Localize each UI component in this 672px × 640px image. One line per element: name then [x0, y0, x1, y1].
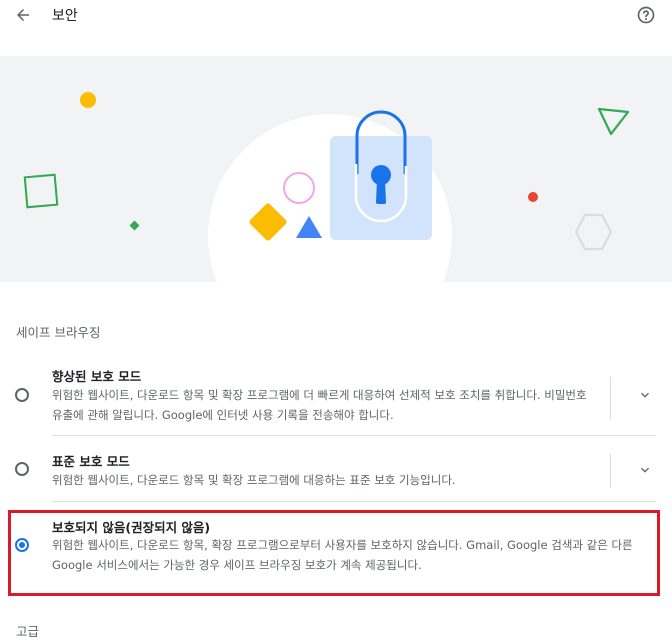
option-enhanced-protection[interactable]: 향상된 보호 모드 위험한 웹사이트, 다운로드 항목 및 확장 프로그램에 더…: [0, 360, 672, 434]
divider: [52, 501, 656, 502]
keyhole-stem-shape: [376, 180, 386, 204]
page-title: 보안: [52, 8, 78, 24]
hero-banner: [0, 56, 672, 282]
option-description: 위험한 웹사이트, 다운로드 항목 및 확장 프로그램에 더 빠르게 대응하여 …: [52, 388, 587, 422]
help-circle-icon: [637, 6, 655, 24]
section-title-safe-browsing: 세이프 브라우징: [16, 325, 101, 340]
back-button[interactable]: [10, 2, 36, 28]
vertical-divider: [610, 454, 611, 488]
page-header: 보안: [0, 0, 672, 56]
lock-illustration: [23, 92, 630, 282]
green-diamond-shape: [129, 220, 140, 231]
option-title: 표준 보호 모드: [52, 454, 130, 469]
gray-hexagon-shape: [574, 213, 613, 251]
green-square-shape: [23, 173, 59, 209]
option-standard-protection[interactable]: 표준 보호 모드 위험한 웹사이트, 다운로드 항목 및 확장 프로그램에 대응…: [0, 444, 672, 500]
radio-standard-protection[interactable]: [15, 462, 29, 476]
vertical-divider: [610, 377, 611, 419]
divider: [52, 435, 656, 436]
option-description: 위험한 웹사이트, 다운로드 항목 및 확장 프로그램에 대응하는 표준 보호 …: [52, 473, 456, 487]
red-highlight-box: [8, 510, 660, 596]
help-button[interactable]: [633, 2, 659, 28]
expand-standard-button[interactable]: [632, 457, 658, 483]
option-title: 향상된 보호 모드: [52, 369, 142, 384]
section-title-advanced: 고급: [16, 624, 40, 639]
radio-enhanced-protection[interactable]: [15, 388, 29, 402]
arrow-back-icon: [17, 9, 29, 21]
yellow-dot-shape: [80, 92, 96, 108]
red-dot-shape: [528, 192, 538, 202]
chevron-down-icon: [641, 392, 649, 398]
expand-enhanced-button[interactable]: [632, 382, 658, 408]
chevron-down-icon: [641, 467, 649, 473]
green-triangle-shape: [597, 107, 630, 136]
